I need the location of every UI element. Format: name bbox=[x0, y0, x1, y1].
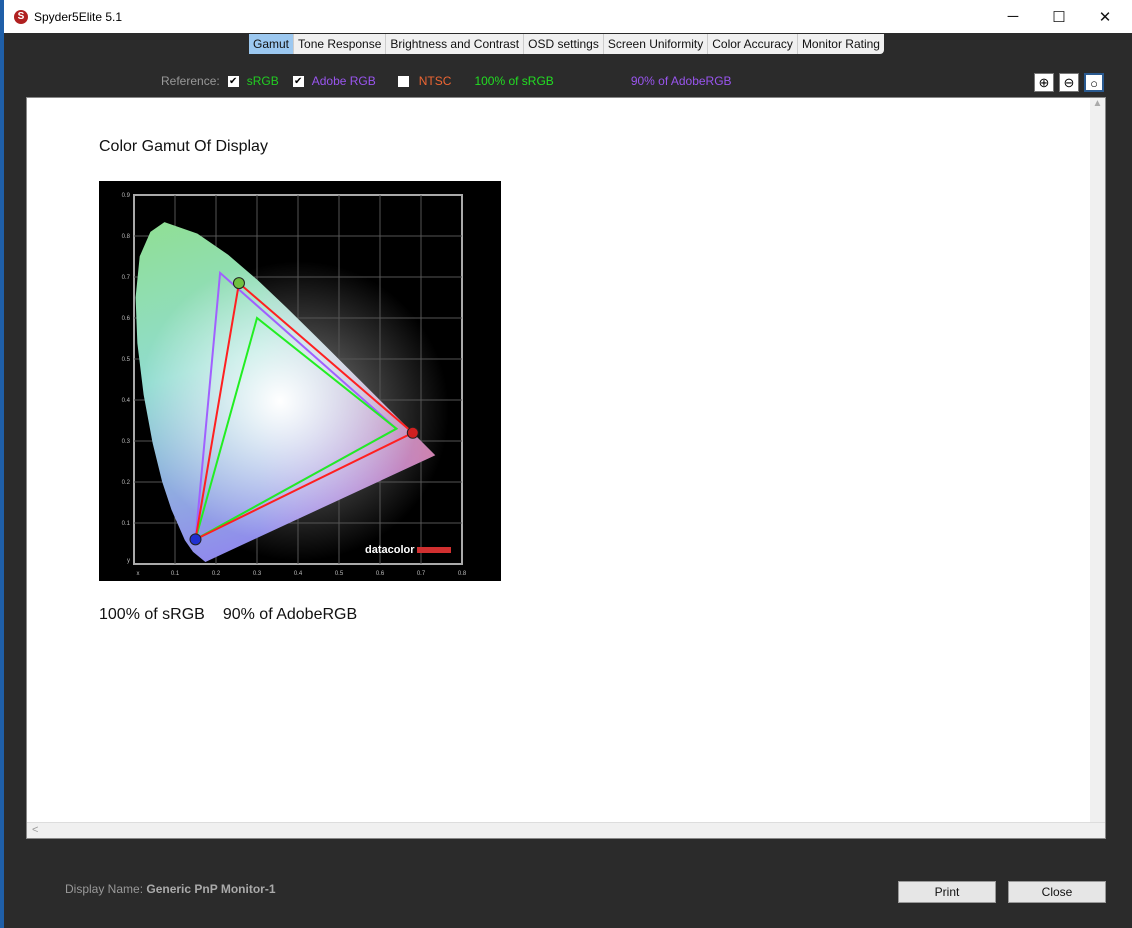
tab-brightness-contrast[interactable]: Brightness and Contrast bbox=[386, 34, 525, 54]
y-tick-label: 0.7 bbox=[122, 275, 131, 281]
reference-label: Reference: bbox=[161, 74, 220, 88]
x-tick-label: 0.7 bbox=[417, 571, 426, 577]
adobe-rgb-checkbox[interactable]: ✔ bbox=[292, 75, 304, 87]
datacolor-logo: datacolor bbox=[365, 544, 415, 556]
y-tick-label: 0.5 bbox=[122, 357, 131, 363]
zoom-out-icon[interactable]: ⊖ bbox=[1059, 73, 1079, 92]
blue-primary-marker bbox=[189, 533, 202, 546]
tab-bar: Gamut Tone Response Brightness and Contr… bbox=[249, 34, 884, 54]
srgb-checkbox[interactable]: ✔ bbox=[227, 75, 239, 87]
vertical-scrollbar[interactable]: ▲ bbox=[1090, 98, 1105, 823]
app-icon: S bbox=[14, 9, 28, 24]
srgb-percent: 100% of sRGB bbox=[474, 74, 554, 88]
x-tick-label: 0.5 bbox=[335, 571, 344, 577]
gamut-title: Color Gamut Of Display bbox=[99, 138, 268, 155]
display-name-label: Display Name: bbox=[65, 882, 144, 896]
x-tick-label: 0.6 bbox=[376, 571, 385, 577]
report-panel: Color Gamut Of Display x 0.1 0.2 0.3 0.4 bbox=[26, 97, 1106, 839]
app-window: S Spyder5Elite 5.1 ─ ☐ ✕ Gamut Tone Resp… bbox=[4, 0, 1132, 928]
y-tick-label: 0.6 bbox=[122, 316, 131, 322]
tab-osd-settings[interactable]: OSD settings bbox=[524, 34, 604, 54]
adobe-rgb-label: Adobe RGB bbox=[311, 74, 376, 88]
srgb-label: sRGB bbox=[246, 74, 279, 88]
summary-adobe: 90% of AdobeRGB bbox=[222, 606, 358, 623]
x-tick-label: 0.1 bbox=[171, 571, 180, 577]
tab-tone-response[interactable]: Tone Response bbox=[294, 34, 387, 54]
x-tick-label: 0.2 bbox=[212, 571, 221, 577]
green-primary-marker bbox=[232, 277, 245, 290]
scroll-up-icon[interactable]: ▲ bbox=[1090, 98, 1105, 109]
y-tick-label: 0.4 bbox=[122, 398, 131, 404]
tab-monitor-rating[interactable]: Monitor Rating bbox=[798, 34, 884, 54]
zoom-in-icon[interactable]: ⊕ bbox=[1034, 73, 1054, 92]
y-tick-label: 0.8 bbox=[122, 234, 131, 240]
close-button[interactable]: Close bbox=[1008, 881, 1106, 903]
summary-srgb: 100% of sRGB bbox=[99, 606, 205, 623]
y-tick-label: 0.2 bbox=[122, 480, 131, 486]
reference-row: Reference: ✔ sRGB ✔ Adobe RGB NTSC 100% … bbox=[161, 73, 732, 89]
red-primary-marker bbox=[406, 426, 419, 439]
tab-color-accuracy[interactable]: Color Accuracy bbox=[708, 34, 798, 54]
display-name-row: Display Name: Generic PnP Monitor-1 bbox=[65, 882, 276, 896]
gamut-chart: x 0.1 0.2 0.3 0.4 0.5 0.6 0.7 0.8 y 0.1 0.2 0.3 0.4 0.… bbox=[99, 181, 501, 581]
ntsc-checkbox[interactable] bbox=[397, 75, 409, 87]
adobe-percent: 90% of AdobeRGB bbox=[630, 74, 732, 88]
x-tick-label: 0.3 bbox=[253, 571, 262, 577]
minimize-button[interactable]: ─ bbox=[990, 0, 1036, 33]
print-button[interactable]: Print bbox=[898, 881, 996, 903]
tab-gamut[interactable]: Gamut bbox=[249, 34, 295, 54]
y-tick-label: 0.9 bbox=[122, 193, 131, 199]
x-tick-label: 0.4 bbox=[294, 571, 303, 577]
horizontal-scrollbar[interactable]: < bbox=[27, 822, 1105, 838]
ntsc-label: NTSC bbox=[418, 74, 452, 88]
tab-screen-uniformity[interactable]: Screen Uniformity bbox=[604, 34, 709, 54]
title-bar: S Spyder5Elite 5.1 ─ ☐ ✕ bbox=[4, 0, 1132, 33]
x-tick-label: x bbox=[137, 571, 140, 577]
y-tick-label: 0.1 bbox=[122, 521, 131, 527]
display-name-value: Generic PnP Monitor-1 bbox=[146, 882, 276, 896]
y-tick-label: y bbox=[127, 558, 130, 564]
maximize-button[interactable]: ☐ bbox=[1036, 0, 1082, 33]
window-title: Spyder5Elite 5.1 bbox=[34, 9, 123, 24]
close-window-button[interactable]: ✕ bbox=[1082, 0, 1128, 33]
datacolor-logo-bar bbox=[417, 547, 451, 553]
zoom-fit-icon[interactable]: ○ bbox=[1084, 73, 1104, 92]
y-tick-label: 0.3 bbox=[122, 439, 131, 445]
scroll-left-icon[interactable]: < bbox=[32, 824, 38, 836]
x-tick-label: 0.8 bbox=[458, 571, 467, 577]
